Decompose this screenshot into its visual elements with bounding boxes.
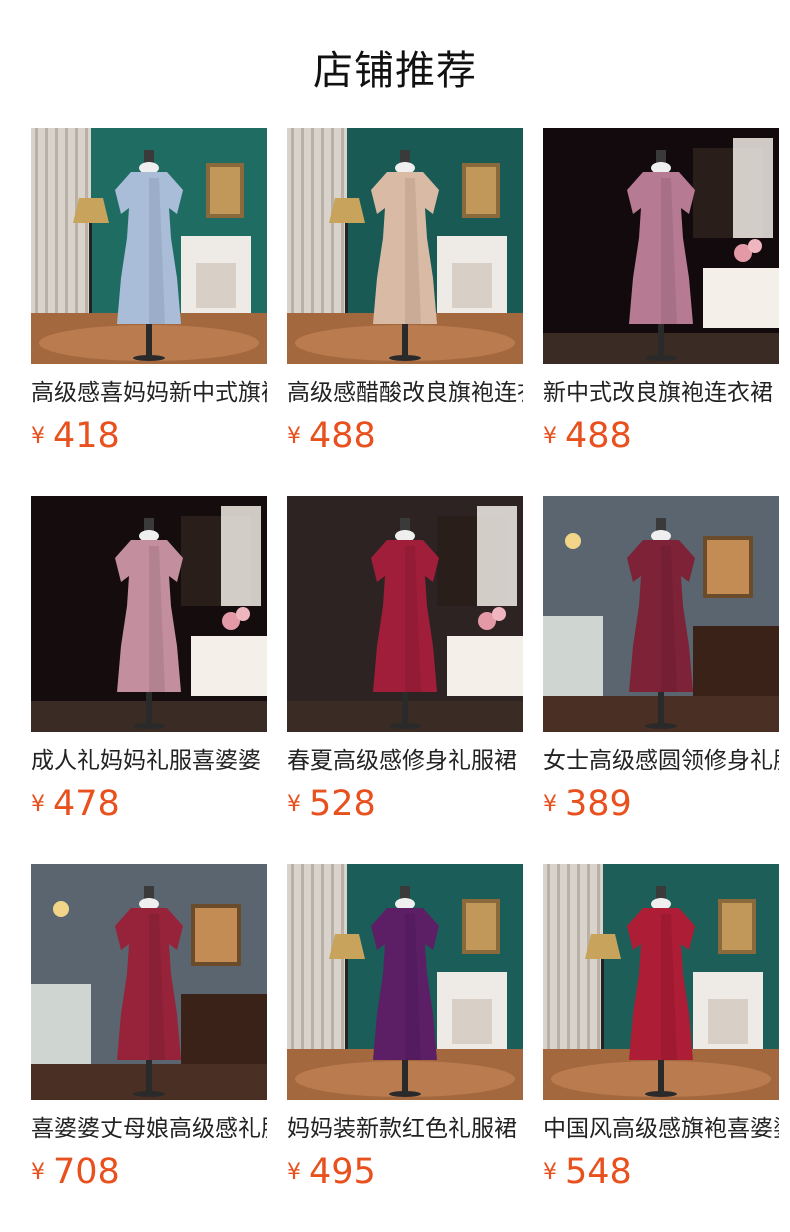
red-embroidered-dress-on-mannequin xyxy=(31,864,267,1100)
page-title: 店铺推荐 xyxy=(313,48,477,94)
product-price: ¥478 xyxy=(31,784,120,828)
product-image[interactable] xyxy=(543,864,779,1100)
product-image[interactable] xyxy=(287,128,523,364)
product-image[interactable] xyxy=(31,496,267,732)
pink-floral-dress-on-mannequin xyxy=(31,496,267,732)
product-image[interactable] xyxy=(543,496,779,732)
currency-symbol: ¥ xyxy=(31,1159,45,1185)
product-price: ¥528 xyxy=(287,784,376,828)
product-name[interactable]: 新中式改良旗袍连衣裙 xyxy=(543,378,779,408)
burgundy-sequin-dress-on-mannequin xyxy=(543,496,779,732)
currency-symbol: ¥ xyxy=(31,423,45,449)
product-price: ¥495 xyxy=(287,1152,376,1196)
price-amount: 478 xyxy=(53,784,120,824)
product-name[interactable]: 高级感醋酸改良旗袍连衣裙 xyxy=(287,378,523,408)
product-price: ¥488 xyxy=(543,416,632,460)
product-name[interactable]: 女士高级感圆领修身礼服 xyxy=(543,746,779,776)
currency-symbol: ¥ xyxy=(287,1159,301,1185)
currency-symbol: ¥ xyxy=(543,423,557,449)
red-mermaid-dress-on-mannequin xyxy=(287,496,523,732)
product-price: ¥548 xyxy=(543,1152,632,1196)
currency-symbol: ¥ xyxy=(543,791,557,817)
price-amount: 708 xyxy=(53,1152,120,1192)
product-image[interactable] xyxy=(287,496,523,732)
product-name[interactable]: 中国风高级感旗袍喜婆婆 xyxy=(543,1114,779,1144)
price-amount: 495 xyxy=(309,1152,376,1192)
currency-symbol: ¥ xyxy=(543,1159,557,1185)
product-image[interactable] xyxy=(287,864,523,1100)
beige-dress-on-mannequin xyxy=(287,128,523,364)
red-embroidered-mermaid-dress-on-mannequin xyxy=(543,864,779,1100)
light-blue-qipao-on-mannequin xyxy=(31,128,267,364)
product-name[interactable]: 妈妈装新款红色礼服裙 xyxy=(287,1114,523,1144)
product-name[interactable]: 高级感喜妈妈新中式旗袍 xyxy=(31,378,267,408)
currency-symbol: ¥ xyxy=(287,791,301,817)
currency-symbol: ¥ xyxy=(31,791,45,817)
product-image[interactable] xyxy=(31,128,267,364)
product-price: ¥708 xyxy=(31,1152,120,1196)
product-price: ¥418 xyxy=(31,416,120,460)
pink-jacquard-dress-on-mannequin xyxy=(543,128,779,364)
product-price: ¥389 xyxy=(543,784,632,828)
product-image[interactable] xyxy=(543,128,779,364)
product-name[interactable]: 春夏高级感修身礼服裙 xyxy=(287,746,523,776)
price-amount: 488 xyxy=(565,416,632,456)
price-amount: 418 xyxy=(53,416,120,456)
product-name[interactable]: 喜婆婆丈母娘高级感礼服 xyxy=(31,1114,267,1144)
price-amount: 548 xyxy=(565,1152,632,1192)
purple-beaded-qipao-on-mannequin xyxy=(287,864,523,1100)
product-image[interactable] xyxy=(31,864,267,1100)
currency-symbol: ¥ xyxy=(287,423,301,449)
product-name[interactable]: 成人礼妈妈礼服喜婆婆 xyxy=(31,746,267,776)
price-amount: 389 xyxy=(565,784,632,824)
product-price: ¥488 xyxy=(287,416,376,460)
price-amount: 488 xyxy=(309,416,376,456)
price-amount: 528 xyxy=(309,784,376,824)
